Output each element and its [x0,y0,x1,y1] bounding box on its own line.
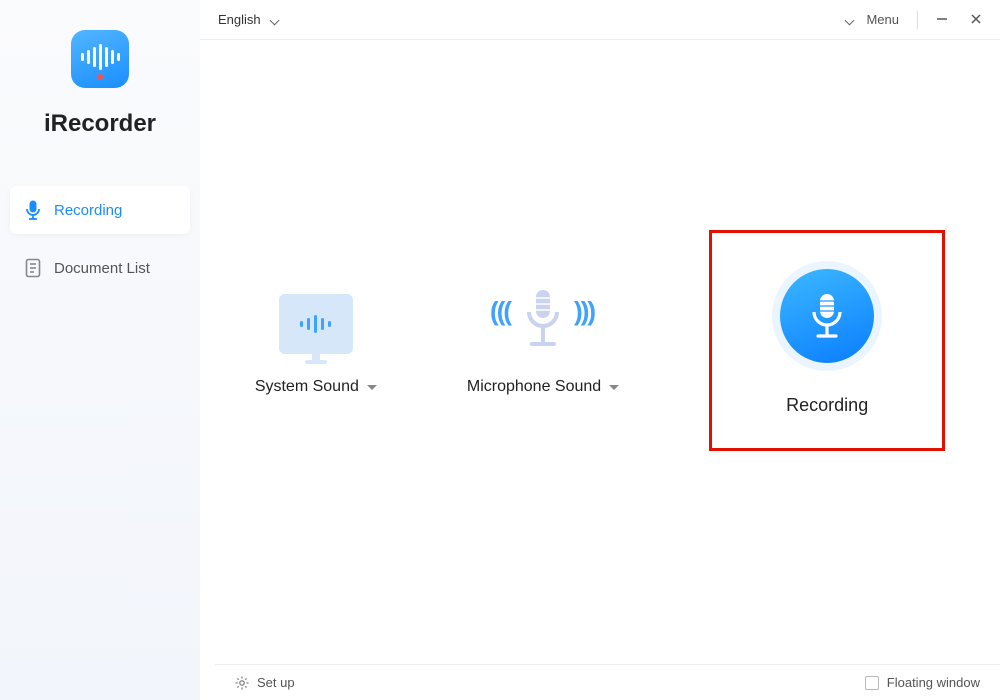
checkbox-icon [865,676,879,690]
language-select[interactable]: English [218,12,281,27]
microphone-sound-option[interactable]: ))) ))) Microphone Sound [467,284,619,396]
app-logo [71,30,129,88]
gear-icon [235,676,249,690]
bottombar: Set up Floating window [215,664,1000,700]
menu-dropdown[interactable]: Menu [846,12,899,27]
language-label: English [218,12,261,27]
minimize-button[interactable] [936,12,948,28]
recording-card-highlight: Recording [709,230,945,451]
recording-label: Recording [786,395,868,416]
mic-icon [809,292,845,340]
setup-button[interactable]: Set up [235,675,295,690]
close-icon [970,13,982,25]
system-sound-option[interactable]: System Sound [255,284,377,396]
mic-icon [24,200,42,220]
sidebar-item-recording[interactable]: Recording [10,186,190,234]
caret-down-icon [609,385,619,390]
chevron-down-icon [846,15,856,25]
document-icon [24,258,42,278]
sidebar-nav: Recording Document List [10,186,190,302]
logo-record-dot-icon [97,74,103,80]
topbar: English Menu [200,0,1000,40]
menu-label: Menu [866,12,899,27]
logo-wave-icon [81,44,120,70]
floating-window-toggle[interactable]: Floating window [865,675,980,690]
window-controls [936,12,982,28]
close-button[interactable] [970,12,982,28]
microphone-wave-icon: ))) ))) [498,284,588,354]
recording-button-ring [772,261,882,371]
monitor-wave-icon [279,294,353,354]
caret-down-icon [367,385,377,390]
main-area: English Menu [200,0,1000,700]
sidebar-item-label: Recording [54,202,122,219]
sidebar: iRecorder Recording Document List [0,0,200,700]
system-sound-label: System Sound [255,378,359,396]
minimize-icon [936,13,948,25]
divider [917,11,918,29]
sidebar-item-document-list[interactable]: Document List [10,244,190,292]
recording-button[interactable] [780,269,874,363]
app-name: iRecorder [44,110,156,138]
sidebar-item-label: Document List [54,260,150,277]
setup-label: Set up [257,675,295,690]
main-options: System Sound ))) ))) [200,40,1000,700]
microphone-sound-label: Microphone Sound [467,378,601,396]
chevron-down-icon [271,15,281,25]
floating-window-label: Floating window [887,675,980,690]
